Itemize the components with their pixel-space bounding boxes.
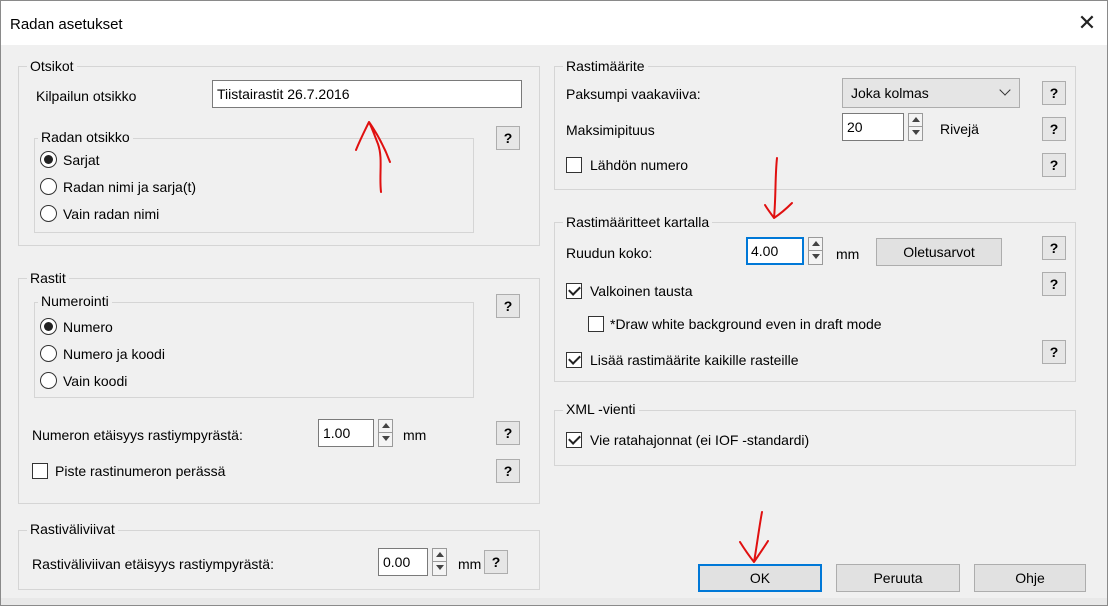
maksimipituus-help-button[interactable]: ? [1042, 117, 1066, 141]
spin-down-icon[interactable] [809, 251, 822, 264]
maksimipituus-spinner[interactable] [908, 113, 923, 141]
numerointi-label: Numerointi [38, 293, 112, 309]
window-title: Radan asetukset [10, 16, 123, 33]
title-bar [0, 0, 1108, 45]
radan-otsikko-help-button[interactable]: ? [496, 126, 520, 150]
valkoinen-tausta-checkbox[interactable] [566, 283, 582, 299]
radio-radan-nimi-ja-sarja-label: Radan nimi ja sarja(t) [63, 179, 197, 195]
ruudun-koko-input[interactable]: 4.00 [746, 237, 804, 265]
lisaa-rastimaarite-help-button[interactable]: ? [1042, 340, 1066, 364]
maksimipituus-label: Maksimipituus [566, 122, 655, 138]
lahdon-numero-help-button[interactable]: ? [1042, 153, 1066, 177]
annotation-arrow-down-2 [739, 511, 769, 563]
ruudun-koko-help-button[interactable]: ? [1042, 236, 1066, 260]
radio-numero-ja-koodi[interactable] [40, 345, 57, 362]
radio-vain-koodi[interactable] [40, 372, 57, 389]
radio-vain-koodi-label: Vain koodi [63, 373, 128, 389]
maksimipituus-input[interactable]: 20 [842, 113, 904, 141]
numeron-etaisyys-help-button[interactable]: ? [496, 421, 520, 445]
radio-sarjat[interactable] [40, 151, 57, 168]
radio-numero-label: Numero [63, 319, 113, 335]
valkoinen-tausta-label: Valkoinen tausta [590, 283, 693, 299]
rastimaarite-group-label: Rastimäärite [563, 58, 648, 74]
draft-mode-label: *Draw white background even in draft mod… [610, 316, 882, 332]
spin-up-icon[interactable] [809, 238, 822, 251]
radio-sarjat-label: Sarjat [63, 152, 100, 168]
piste-label: Piste rastinumeron perässä [55, 463, 226, 479]
radio-numero[interactable] [40, 318, 57, 335]
numeron-etaisyys-spinner[interactable] [378, 419, 393, 447]
bottom-strip [0, 598, 1108, 606]
ruudun-koko-label: Ruudun koko: [566, 245, 653, 261]
vie-ratahajonnat-checkbox[interactable] [566, 432, 582, 448]
maksimipituus-unit: Rivejä [940, 121, 979, 137]
cancel-button[interactable]: Peruuta [836, 564, 960, 592]
paksumpi-select[interactable]: Joka kolmas [842, 78, 1020, 108]
rastivaliviivan-etaisyys-unit: mm [458, 556, 482, 572]
numeron-etaisyys-label: Numeron etäisyys rastiympyrästä: [32, 427, 243, 443]
spin-up-icon[interactable] [379, 420, 392, 433]
valkoinen-tausta-help-button[interactable]: ? [1042, 272, 1066, 296]
chevron-down-icon [999, 84, 1011, 96]
rastivaliviivan-etaisyys-label: Rastiväliviivan etäisyys rastiympyrästä: [32, 556, 274, 572]
rastit-group-label: Rastit [27, 270, 69, 286]
numeron-etaisyys-input[interactable]: 1.00 [318, 419, 374, 447]
radio-radan-nimi-ja-sarja[interactable] [40, 178, 57, 195]
paksumpi-label: Paksumpi vaakaviiva: [566, 86, 701, 102]
draft-mode-checkbox[interactable] [588, 316, 604, 332]
kartalla-group-label: Rastimääritteet kartalla [563, 214, 713, 230]
help-button[interactable]: Ohje [974, 564, 1086, 592]
numeron-etaisyys-unit: mm [403, 427, 427, 443]
ruudun-koko-unit: mm [836, 246, 860, 262]
spin-up-icon[interactable] [909, 114, 922, 127]
xml-group-label: XML -vienti [563, 401, 639, 417]
ok-button[interactable]: OK [698, 564, 822, 592]
spin-down-icon[interactable] [433, 562, 446, 575]
lahdon-numero-label: Lähdön numero [590, 157, 689, 173]
radan-otsikko-label: Radan otsikko [38, 129, 133, 145]
otsikot-group-label: Otsikot [27, 58, 77, 74]
piste-checkbox[interactable] [32, 463, 48, 479]
rastivaliviivan-etaisyys-input[interactable]: 0.00 [378, 548, 428, 576]
ruudun-koko-spinner[interactable] [808, 237, 823, 265]
numerointi-help-button[interactable]: ? [496, 294, 520, 318]
rastivaliviivat-group-label: Rastiväliviivat [27, 521, 118, 537]
vie-ratahajonnat-label: Vie ratahajonnat (ei IOF -standardi) [590, 432, 810, 448]
spin-down-icon[interactable] [379, 433, 392, 446]
paksumpi-select-value: Joka kolmas [851, 85, 929, 101]
kilpailun-otsikko-label: Kilpailun otsikko [36, 88, 137, 104]
lisaa-rastimaarite-label: Lisää rastimäärite kaikille rasteille [590, 352, 799, 368]
piste-help-button[interactable]: ? [496, 459, 520, 483]
spin-up-icon[interactable] [433, 549, 446, 562]
rastivaliviivan-etaisyys-spinner[interactable] [432, 548, 447, 576]
radio-numero-ja-koodi-label: Numero ja koodi [63, 346, 165, 362]
lisaa-rastimaarite-checkbox[interactable] [566, 352, 582, 368]
rastivaliviivan-help-button[interactable]: ? [484, 550, 508, 574]
radio-vain-radan-nimi[interactable] [40, 205, 57, 222]
oletusarvot-button[interactable]: Oletusarvot [876, 238, 1002, 266]
lahdon-numero-checkbox[interactable] [566, 157, 582, 173]
radio-vain-radan-nimi-label: Vain radan nimi [63, 206, 160, 222]
spin-down-icon[interactable] [909, 127, 922, 140]
paksumpi-help-button[interactable]: ? [1042, 81, 1066, 105]
close-icon[interactable]: ✕ [1072, 8, 1102, 38]
kilpailun-otsikko-input[interactable]: Tiistairastit 26.7.2016 [212, 80, 522, 108]
